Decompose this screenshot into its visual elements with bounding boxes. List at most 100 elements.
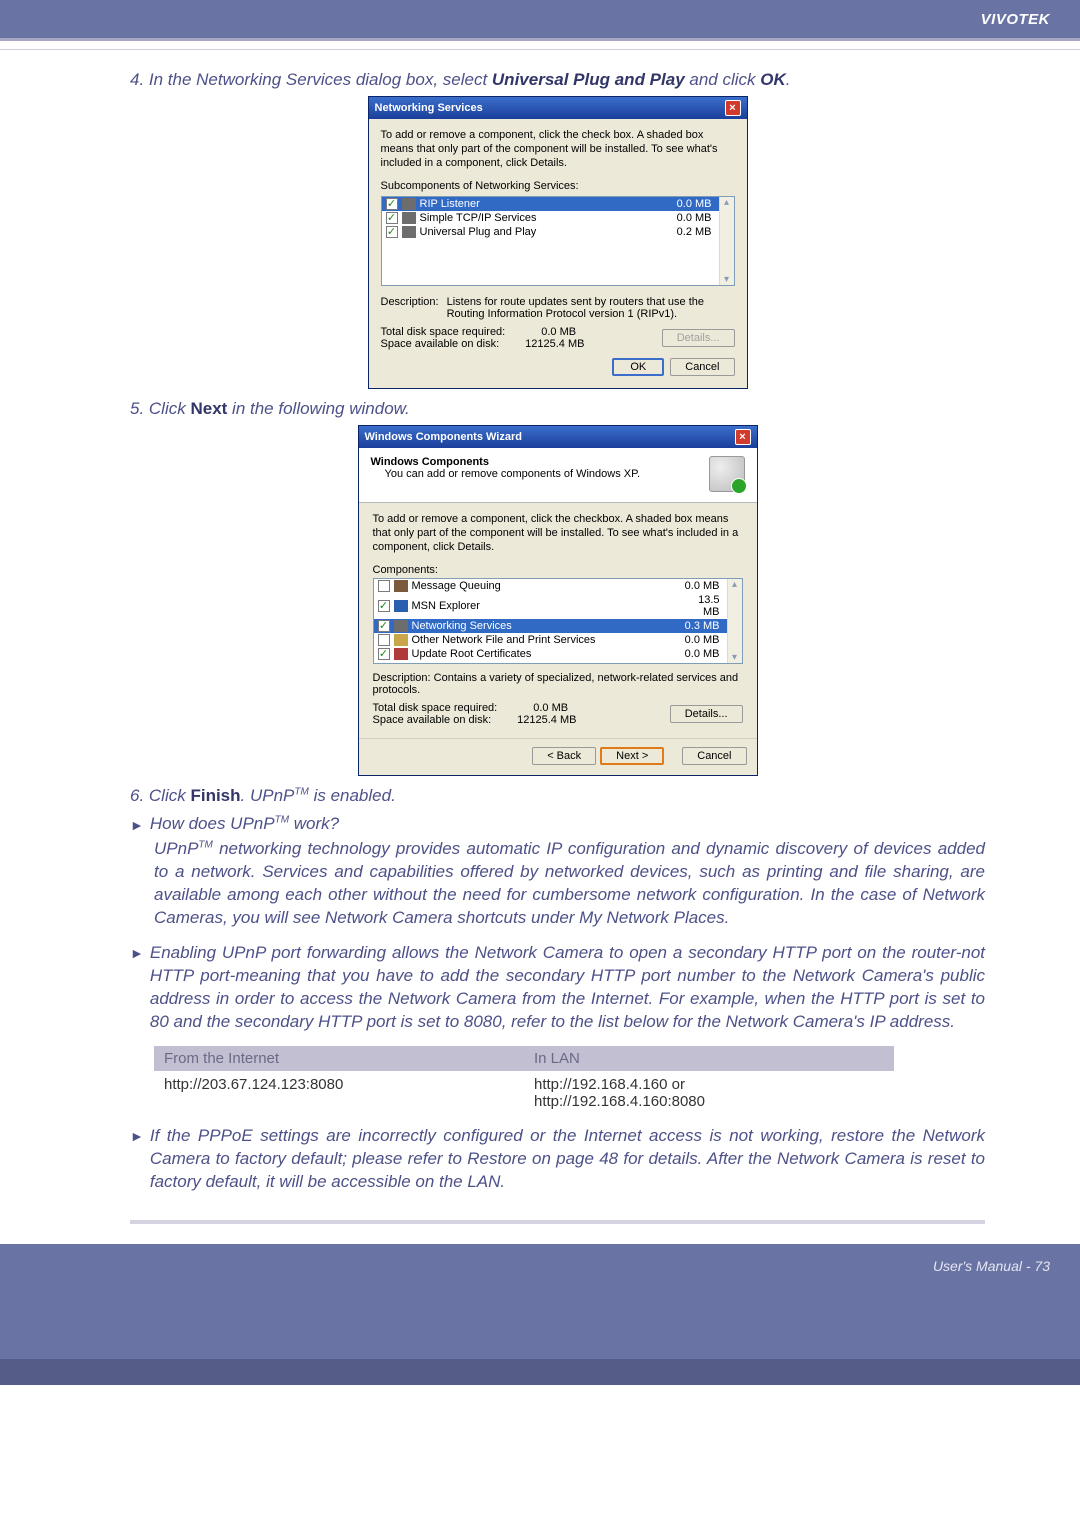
- list-item[interactable]: ✓ MSN Explorer 13.5 MB: [374, 593, 742, 619]
- table-header-lan: In LAN: [524, 1046, 894, 1071]
- paragraph-1: UPnPTM networking technology provides au…: [154, 838, 985, 930]
- step6-pre: 6. Click: [130, 786, 190, 805]
- component-icon: [394, 620, 408, 632]
- step4-pre: 4. In the Networking Services dialog box…: [130, 70, 492, 89]
- component-icon: [402, 198, 416, 210]
- back-button[interactable]: < Back: [532, 747, 596, 765]
- checkbox-icon[interactable]: [378, 580, 390, 592]
- next-button[interactable]: Next >: [600, 747, 664, 765]
- component-icon: [402, 226, 416, 238]
- windows-components-wizard-dialog: Windows Components Wizard × Windows Comp…: [358, 425, 758, 776]
- components-listbox[interactable]: Message Queuing 0.0 MB ✓ MSN Explorer 13…: [373, 578, 743, 664]
- top-banner: VIVOTEK: [0, 0, 1080, 38]
- component-icon: [402, 212, 416, 224]
- checkbox-icon[interactable]: ✓: [378, 600, 390, 612]
- table-cell-internet: http://203.67.124.123:8080: [154, 1071, 524, 1115]
- howdoes-heading: ► How does UPnPTM work?: [130, 814, 985, 836]
- step6-mid: . UPnP: [241, 786, 295, 805]
- components-label: Components:: [373, 564, 743, 576]
- dialog2-title: Windows Components Wizard: [365, 431, 522, 443]
- details-button[interactable]: Details...: [662, 329, 735, 347]
- space-required-value: 0.0 MB: [541, 326, 576, 338]
- cancel-button[interactable]: Cancel: [682, 747, 746, 765]
- list-item-label: Universal Plug and Play: [420, 226, 671, 238]
- space-available-value: 12125.4 MB: [525, 338, 584, 350]
- details-button[interactable]: Details...: [670, 705, 743, 723]
- space-required-label: Total disk space required:: [381, 326, 506, 338]
- step-4-text: 4. In the Networking Services dialog box…: [130, 70, 985, 90]
- para2-body: Enabling UPnP port forwarding allows the…: [150, 942, 985, 1034]
- chevron-up-icon[interactable]: ▴: [732, 579, 737, 590]
- list-item[interactable]: ✓ Networking Services 0.3 MB: [374, 619, 742, 633]
- list-item[interactable]: ✓ RIP Listener 0.0 MB: [382, 197, 734, 211]
- wizard-icon: [709, 456, 745, 492]
- list-item-label: RIP Listener: [420, 198, 671, 210]
- page-content: 4. In the Networking Services dialog box…: [0, 50, 1080, 1244]
- list-item[interactable]: ✓ Universal Plug and Play 0.2 MB: [382, 225, 734, 239]
- step6-post: is enabled.: [309, 786, 396, 805]
- list-item-label: Message Queuing: [412, 580, 679, 592]
- paragraph-3: ► If the PPPoE settings are incorrectly …: [130, 1125, 985, 1194]
- accent-line: [0, 38, 1080, 41]
- close-icon[interactable]: ×: [725, 100, 741, 116]
- list-item[interactable]: ✓ Update Root Certificates 0.0 MB: [374, 647, 742, 661]
- wizard-header-subtitle: You can add or remove components of Wind…: [385, 468, 641, 480]
- chevron-up-icon[interactable]: ▴: [724, 197, 729, 208]
- list-item-label: Other Network File and Print Services: [412, 634, 679, 646]
- checkbox-icon[interactable]: ✓: [386, 226, 398, 238]
- list-item[interactable]: Other Network File and Print Services 0.…: [374, 633, 742, 647]
- tm-superscript: TM: [275, 815, 289, 826]
- checkbox-icon[interactable]: ✓: [378, 648, 390, 660]
- list-item[interactable]: ✓ Simple TCP/IP Services 0.0 MB: [382, 211, 734, 225]
- lan-addr-1: http://192.168.4.160 or: [534, 1076, 685, 1093]
- address-table: From the Internet In LAN http://203.67.1…: [154, 1046, 894, 1115]
- tm-superscript: TM: [294, 787, 308, 798]
- cancel-button[interactable]: Cancel: [670, 358, 734, 376]
- paragraph-2: ► Enabling UPnP port forwarding allows t…: [130, 942, 985, 1034]
- para1-body: networking technology provides automatic…: [154, 839, 985, 927]
- para1-pre: UPnP: [154, 839, 198, 858]
- lan-addr-2: http://192.168.4.160:8080: [534, 1093, 705, 1110]
- dialog1-titlebar: Networking Services ×: [369, 97, 747, 119]
- step5-term: Next: [190, 399, 227, 418]
- space-available-label: Space available on disk:: [373, 714, 492, 726]
- dialog1-subheader: Subcomponents of Networking Services:: [381, 180, 735, 194]
- footer-accent: [0, 1359, 1080, 1385]
- step-6-text: 6. Click Finish. UPnPTM is enabled.: [130, 786, 985, 806]
- bottom-separator: [130, 1220, 985, 1224]
- step4-mid: and click: [685, 70, 761, 89]
- dialog1-title: Networking Services: [375, 102, 483, 114]
- checkbox-icon[interactable]: ✓: [378, 620, 390, 632]
- list-item-label: Update Root Certificates: [412, 648, 679, 660]
- list-item[interactable]: Message Queuing 0.0 MB: [374, 579, 742, 593]
- space-available-value: 12125.4 MB: [517, 714, 576, 726]
- subcomponents-listbox[interactable]: ✓ RIP Listener 0.0 MB ✓ Simple TCP/IP Se…: [381, 196, 735, 286]
- ok-button[interactable]: OK: [612, 358, 664, 376]
- list-item-label: Networking Services: [412, 620, 679, 632]
- step4-ok: OK: [760, 70, 786, 89]
- chevron-down-icon[interactable]: ▾: [724, 274, 729, 285]
- dialog1-intro: To add or remove a component, click the …: [381, 129, 735, 170]
- chevron-down-icon[interactable]: ▾: [732, 652, 737, 663]
- component-icon: [394, 580, 408, 592]
- dialog2-intro: To add or remove a component, click the …: [373, 513, 743, 554]
- wizard-header: Windows Components You can add or remove…: [359, 448, 757, 503]
- checkbox-icon[interactable]: [378, 634, 390, 646]
- scrollbar[interactable]: ▴▾: [719, 197, 734, 285]
- wizard-header-title: Windows Components: [371, 456, 641, 468]
- checkbox-icon[interactable]: ✓: [386, 212, 398, 224]
- step5-pre: 5. Click: [130, 399, 190, 418]
- triangle-bullet-icon: ►: [130, 942, 144, 964]
- step4-post: .: [786, 70, 791, 89]
- q1-post: work?: [289, 814, 339, 833]
- checkbox-icon[interactable]: ✓: [386, 198, 398, 210]
- component-icon: [394, 634, 408, 646]
- footer-band: User's Manual - 73: [0, 1244, 1080, 1359]
- dialog2-titlebar: Windows Components Wizard ×: [359, 426, 757, 448]
- triangle-bullet-icon: ►: [130, 1125, 144, 1147]
- scrollbar[interactable]: ▴▾: [727, 579, 742, 663]
- list-item-label: MSN Explorer: [412, 600, 679, 612]
- step6-term: Finish: [190, 786, 240, 805]
- description-row: Description: Listens for route updates s…: [381, 296, 735, 320]
- close-icon[interactable]: ×: [735, 429, 751, 445]
